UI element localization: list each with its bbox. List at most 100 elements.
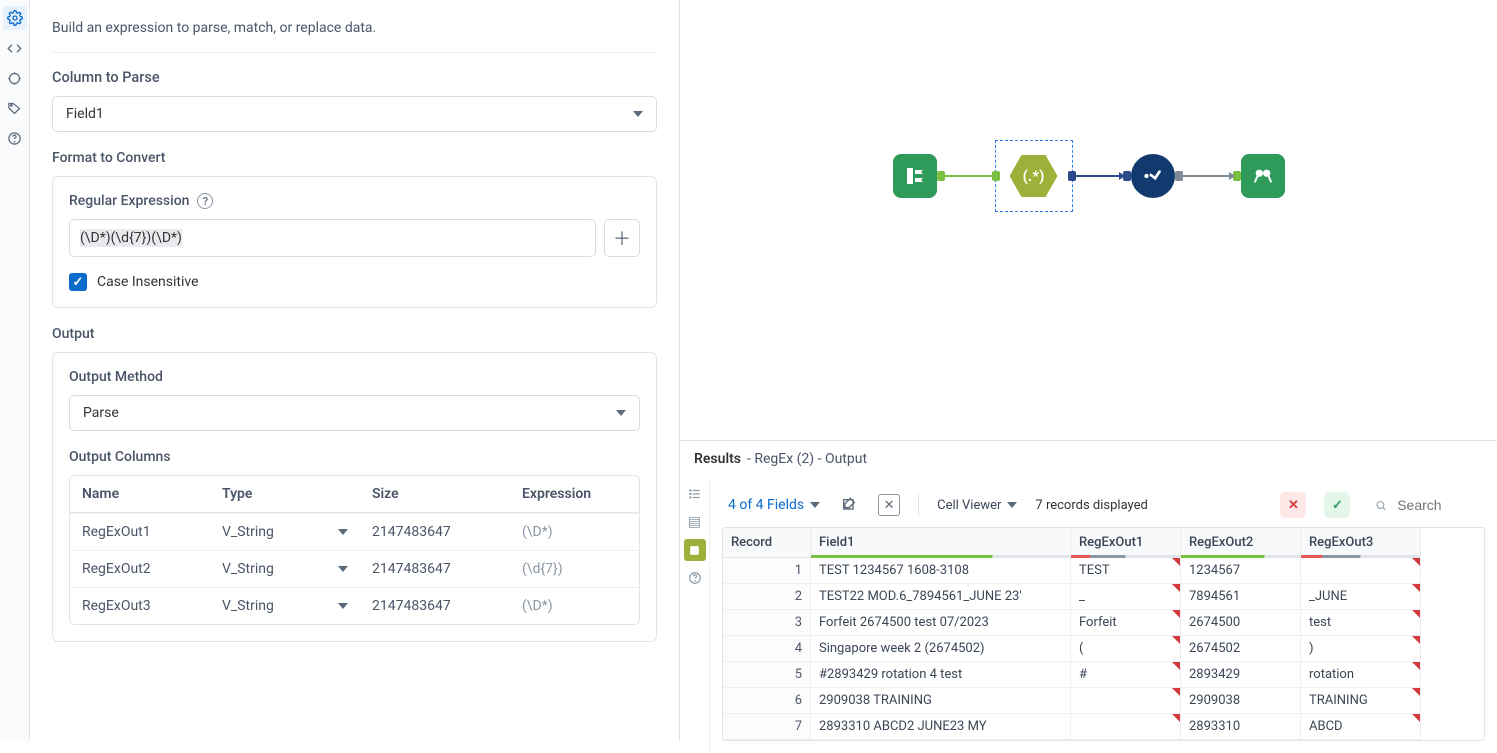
- cell[interactable]: 6: [723, 688, 811, 714]
- help-icon[interactable]: [3, 126, 27, 150]
- search-input[interactable]: [1395, 496, 1472, 514]
- out-size[interactable]: 2147483647: [360, 588, 510, 624]
- cell[interactable]: test: [1301, 610, 1421, 636]
- column-to-parse-select[interactable]: Field1: [52, 96, 657, 132]
- table-row[interactable]: 1TEST 1234567 1608-3108TEST1234567: [723, 558, 1484, 584]
- cell[interactable]: 5: [723, 662, 811, 688]
- cell[interactable]: TEST22 MOD.6_7894561_JUNE 23': [811, 584, 1071, 610]
- cell[interactable]: [1301, 558, 1421, 584]
- out-type-select[interactable]: V_String: [210, 514, 360, 550]
- cell[interactable]: 1: [723, 558, 811, 584]
- cell[interactable]: Singapore week 2 (2674502): [811, 636, 1071, 662]
- cell[interactable]: 2: [723, 584, 811, 610]
- results-table: Record Field1 RegExOut1 RegExOut2 RegExO…: [722, 527, 1485, 741]
- cell[interactable]: #2893429 rotation 4 test: [811, 662, 1071, 688]
- chevron-down-icon: [1007, 502, 1017, 508]
- cell[interactable]: 2909038: [1181, 688, 1301, 714]
- col-regexout3[interactable]: RegExOut3: [1301, 528, 1421, 558]
- cell[interactable]: Forfeit: [1071, 610, 1181, 636]
- browse-tool[interactable]: [1241, 154, 1285, 198]
- tag-icon[interactable]: [3, 96, 27, 120]
- output-anchor[interactable]: [937, 171, 945, 181]
- table-row[interactable]: 5#2893429 rotation 4 test#2893429rotatio…: [723, 662, 1484, 688]
- cell[interactable]: _JUNE: [1301, 584, 1421, 610]
- regex-value: (\D*)(\d{7})(\D*): [80, 229, 182, 247]
- cell[interactable]: 2893429: [1181, 662, 1301, 688]
- reject-button[interactable]: ✕: [1280, 492, 1306, 518]
- data-tab-icon[interactable]: [684, 539, 706, 561]
- cell[interactable]: [1071, 688, 1181, 714]
- cell[interactable]: 2674502: [1181, 636, 1301, 662]
- out-name[interactable]: RegExOut3: [70, 588, 210, 624]
- cell[interactable]: TEST 1234567 1608-3108: [811, 558, 1071, 584]
- case-insensitive-checkbox[interactable]: ✓: [69, 273, 87, 291]
- out-name[interactable]: RegExOut2: [70, 551, 210, 587]
- cell[interactable]: 1234567: [1181, 558, 1301, 584]
- regex-input[interactable]: (\D*)(\d{7})(\D*): [69, 219, 596, 257]
- cell[interactable]: 2909038 TRAINING: [811, 688, 1071, 714]
- regex-tool[interactable]: (.*): [1010, 155, 1058, 197]
- cell-viewer-select[interactable]: Cell Viewer: [937, 498, 1017, 513]
- search-box[interactable]: [1368, 491, 1479, 519]
- cell[interactable]: 2893310 ABCD2 JUNE23 MY: [811, 714, 1071, 740]
- cell[interactable]: TEST: [1071, 558, 1181, 584]
- out-type-select[interactable]: V_String: [210, 588, 360, 624]
- output-method-select[interactable]: Parse: [69, 395, 640, 431]
- out-expr: (\D*): [510, 514, 639, 550]
- out-expr: (\d{7}): [510, 551, 639, 587]
- table-row[interactable]: 3Forfeit 2674500 test 07/2023Forfeit2674…: [723, 610, 1484, 636]
- help-icon[interactable]: [684, 567, 706, 589]
- column-to-parse-value: Field1: [66, 106, 104, 122]
- gear-icon[interactable]: [3, 6, 27, 30]
- grid-icon[interactable]: ▤: [684, 511, 706, 533]
- col-record[interactable]: Record: [723, 528, 811, 558]
- cell[interactable]: [1071, 714, 1181, 740]
- col-field1[interactable]: Field1: [811, 528, 1071, 558]
- cell[interactable]: 7894561: [1181, 584, 1301, 610]
- field-selector[interactable]: 4 of 4 Fields: [728, 497, 820, 513]
- col-regexout2[interactable]: RegExOut2: [1181, 528, 1301, 558]
- results-title: Results: [694, 451, 741, 467]
- cell[interactable]: _: [1071, 584, 1181, 610]
- out-type-select[interactable]: V_String: [210, 551, 360, 587]
- table-row[interactable]: 62909038 TRAINING 2909038TRAINING: [723, 688, 1484, 714]
- cell[interactable]: ): [1301, 636, 1421, 662]
- cell[interactable]: #: [1071, 662, 1181, 688]
- out-size[interactable]: 2147483647: [360, 551, 510, 587]
- cell[interactable]: rotation: [1301, 662, 1421, 688]
- table-row[interactable]: 72893310 ABCD2 JUNE23 MY 2893310ABCD: [723, 714, 1484, 740]
- accept-button[interactable]: ✓: [1324, 492, 1350, 518]
- results-header: Results - RegEx (2) - Output: [680, 440, 1497, 477]
- chevron-down-icon: [633, 111, 643, 117]
- cell[interactable]: 3: [723, 610, 811, 636]
- target-icon[interactable]: [3, 66, 27, 90]
- input-anchor[interactable]: [992, 171, 1000, 181]
- regex-add-button[interactable]: ＋: [604, 219, 640, 257]
- cell[interactable]: 2674500: [1181, 610, 1301, 636]
- table-row[interactable]: 2TEST22 MOD.6_7894561_JUNE 23'_7894561_J…: [723, 584, 1484, 610]
- chevron-down-icon: [338, 529, 348, 535]
- workflow-canvas[interactable]: (.*): [680, 0, 1497, 440]
- list-icon[interactable]: [684, 483, 706, 505]
- cell[interactable]: Forfeit 2674500 test 07/2023: [811, 610, 1071, 636]
- cell[interactable]: ABCD: [1301, 714, 1421, 740]
- cell[interactable]: 4: [723, 636, 811, 662]
- col-expr-header: Expression: [510, 476, 639, 512]
- cell[interactable]: (: [1071, 636, 1181, 662]
- close-square-icon[interactable]: ✕: [878, 494, 900, 516]
- out-name[interactable]: RegExOut1: [70, 514, 210, 550]
- output-anchor[interactable]: [1175, 171, 1183, 181]
- cell[interactable]: 7: [723, 714, 811, 740]
- table-row[interactable]: 4Singapore week 2 (2674502)(2674502): [723, 636, 1484, 662]
- regex-help-icon[interactable]: ?: [197, 193, 213, 209]
- cell[interactable]: 2893310: [1181, 714, 1301, 740]
- col-regexout1[interactable]: RegExOut1: [1071, 528, 1181, 558]
- table-row: RegExOut2 V_String 2147483647 (\d{7}): [70, 550, 639, 587]
- input-tool[interactable]: [893, 154, 937, 198]
- results-toolbar: 4 of 4 Fields ✕ Cell Viewer 7 records di…: [722, 483, 1485, 527]
- cell[interactable]: TRAINING: [1301, 688, 1421, 714]
- select-tool[interactable]: [1131, 154, 1175, 198]
- out-size[interactable]: 2147483647: [360, 514, 510, 550]
- edit-icon[interactable]: [838, 494, 860, 516]
- code-icon[interactable]: [3, 36, 27, 60]
